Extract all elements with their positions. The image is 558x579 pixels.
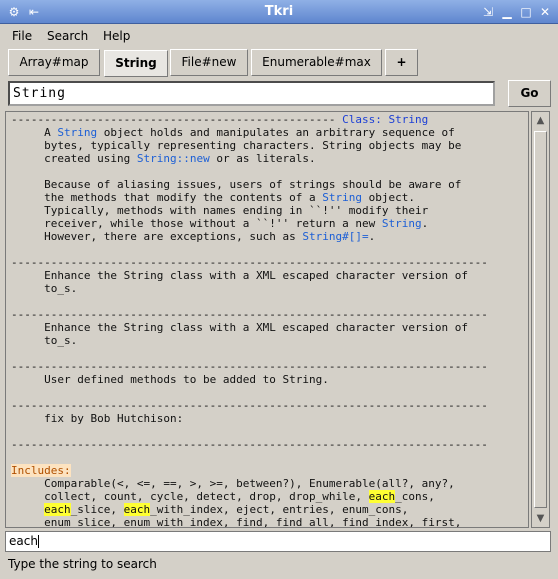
- tab-enumerable-max[interactable]: Enumerable#max: [251, 49, 382, 76]
- status-text: Type the string to search: [8, 557, 157, 571]
- vertical-scrollbar[interactable]: ▲ ▼: [531, 111, 550, 528]
- menu-file[interactable]: File: [12, 27, 32, 45]
- restore-icon[interactable]: ⇲: [480, 4, 496, 20]
- documentation-text: ----------------------------------------…: [11, 113, 488, 528]
- separator: ----------------------------------------…: [11, 308, 488, 321]
- new-tab-button[interactable]: +: [385, 49, 418, 76]
- go-button[interactable]: Go: [508, 80, 551, 107]
- scroll-down-icon[interactable]: ▼: [532, 510, 549, 527]
- tab-file-new[interactable]: File#new: [170, 49, 248, 76]
- separator: ----------------------------------------…: [11, 399, 488, 412]
- window-title: Tkri: [264, 4, 294, 19]
- separator: ----------------------------------------…: [11, 360, 488, 373]
- separator: ----------------------------------------…: [11, 256, 488, 269]
- close-icon[interactable]: ✕: [537, 4, 553, 20]
- search-match: each: [44, 503, 71, 516]
- separator: ----------------------------------------…: [11, 438, 488, 451]
- window-menu-icon[interactable]: ⚙: [6, 4, 22, 20]
- includes-label: Includes:: [11, 464, 71, 477]
- search-match: each: [368, 490, 396, 503]
- search-match: each: [123, 503, 151, 516]
- tab-array-map[interactable]: Array#map: [8, 49, 100, 76]
- string-link[interactable]: String: [57, 126, 97, 139]
- shade-icon[interactable]: ⇤: [26, 4, 42, 20]
- text-cursor: [37, 535, 39, 548]
- tab-string[interactable]: String: [104, 50, 168, 77]
- find-value: each: [9, 534, 38, 548]
- scrollbar-thumb[interactable]: [534, 131, 547, 508]
- find-input[interactable]: each: [5, 531, 551, 552]
- menu-search[interactable]: Search: [47, 27, 88, 45]
- minimize-icon[interactable]: ▁: [499, 4, 515, 20]
- string-link[interactable]: String: [382, 217, 422, 230]
- doc-header-line: ----------------------------------------…: [11, 113, 429, 126]
- string-index-assign-link[interactable]: String#[]=: [302, 230, 368, 243]
- maximize-icon[interactable]: □: [518, 4, 534, 20]
- class-title-link[interactable]: Class: String: [342, 113, 428, 126]
- documentation-pane[interactable]: ----------------------------------------…: [5, 111, 529, 528]
- string-new-link[interactable]: String::new: [137, 152, 210, 165]
- search-input[interactable]: String: [8, 81, 495, 106]
- menu-help[interactable]: Help: [103, 27, 130, 45]
- scroll-up-icon[interactable]: ▲: [532, 112, 549, 129]
- string-link[interactable]: String: [322, 191, 362, 204]
